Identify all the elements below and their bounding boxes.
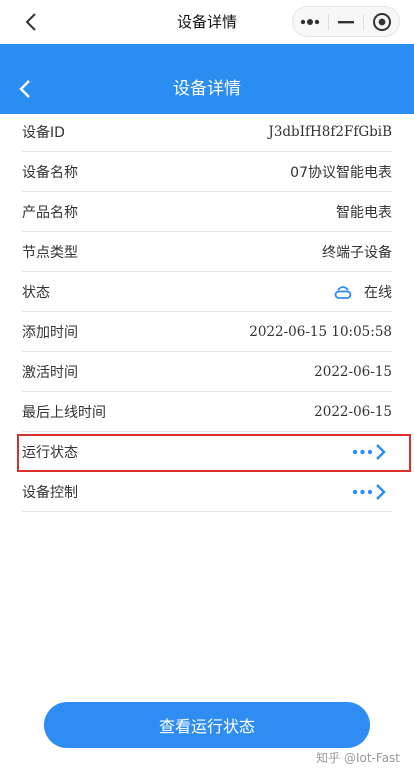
row-label: 运行状态 — [22, 444, 78, 461]
status-indicator: 在线 — [334, 282, 392, 302]
row-label: 激活时间 — [22, 364, 78, 381]
mini-program-bar: 设备详情 — [0, 0, 414, 44]
list-item-node-type: 节点类型 终端子设备 — [22, 232, 392, 272]
more-arrow-icon — [352, 443, 386, 460]
watermark: 知乎 @Iot-Fast — [316, 751, 400, 765]
list-item-status: 状态 在线 — [22, 272, 392, 312]
row-label: 状态 — [22, 284, 50, 301]
list-item-device-control[interactable]: 设备控制 — [22, 472, 392, 512]
list-item-device-id: 设备ID J3dbIfH8f2FfGbiB — [22, 112, 392, 152]
chevron-left-icon — [25, 13, 36, 31]
minimize-icon — [338, 20, 354, 23]
row-label: 添加时间 — [22, 324, 78, 341]
page-title: 设备详情 — [173, 79, 241, 99]
row-value: 2022-06-15 10:05:58 — [249, 323, 392, 340]
target-icon — [372, 12, 391, 31]
cloud-icon — [334, 285, 352, 299]
row-label: 最后上线时间 — [22, 404, 106, 421]
row-value: 07协议智能电表 — [290, 164, 392, 181]
row-label: 设备ID — [22, 124, 65, 141]
device-detail-list: 设备ID J3dbIfH8f2FfGbiB 设备名称 07协议智能电表 产品名称… — [22, 112, 392, 512]
list-item-added-time: 添加时间 2022-06-15 10:05:58 — [22, 312, 392, 352]
row-label: 设备控制 — [22, 484, 78, 501]
row-value: 终端子设备 — [322, 244, 392, 261]
top-back-button[interactable] — [18, 9, 44, 35]
row-label: 节点类型 — [22, 244, 78, 261]
more-button[interactable] — [293, 7, 328, 36]
list-item-run-status[interactable]: 运行状态 — [22, 432, 392, 472]
list-item-last-online-time: 最后上线时间 2022-06-15 — [22, 392, 392, 432]
status-value: 在线 — [364, 284, 392, 301]
close-capsule-button[interactable] — [364, 7, 399, 36]
row-value: 2022-06-15 — [314, 403, 392, 420]
row-label: 产品名称 — [22, 204, 78, 221]
row-value: 2022-06-15 — [314, 363, 392, 380]
row-label: 设备名称 — [22, 164, 78, 181]
row-value: 智能电表 — [336, 204, 392, 221]
list-item-activated-time: 激活时间 2022-06-15 — [22, 352, 392, 392]
list-item-product-name: 产品名称 智能电表 — [22, 192, 392, 232]
back-button[interactable] — [12, 76, 38, 102]
view-run-status-button[interactable]: 查看运行状态 — [44, 702, 370, 748]
app-header: 设备详情 — [0, 44, 414, 114]
chevron-left-icon — [19, 80, 30, 98]
more-dots-icon — [301, 18, 320, 25]
list-item-device-name: 设备名称 07协议智能电表 — [22, 152, 392, 192]
row-value: J3dbIfH8f2FfGbiB — [268, 123, 392, 140]
capsule-menu — [292, 6, 400, 37]
minimize-button[interactable] — [329, 7, 364, 36]
more-arrow-icon — [352, 483, 386, 500]
